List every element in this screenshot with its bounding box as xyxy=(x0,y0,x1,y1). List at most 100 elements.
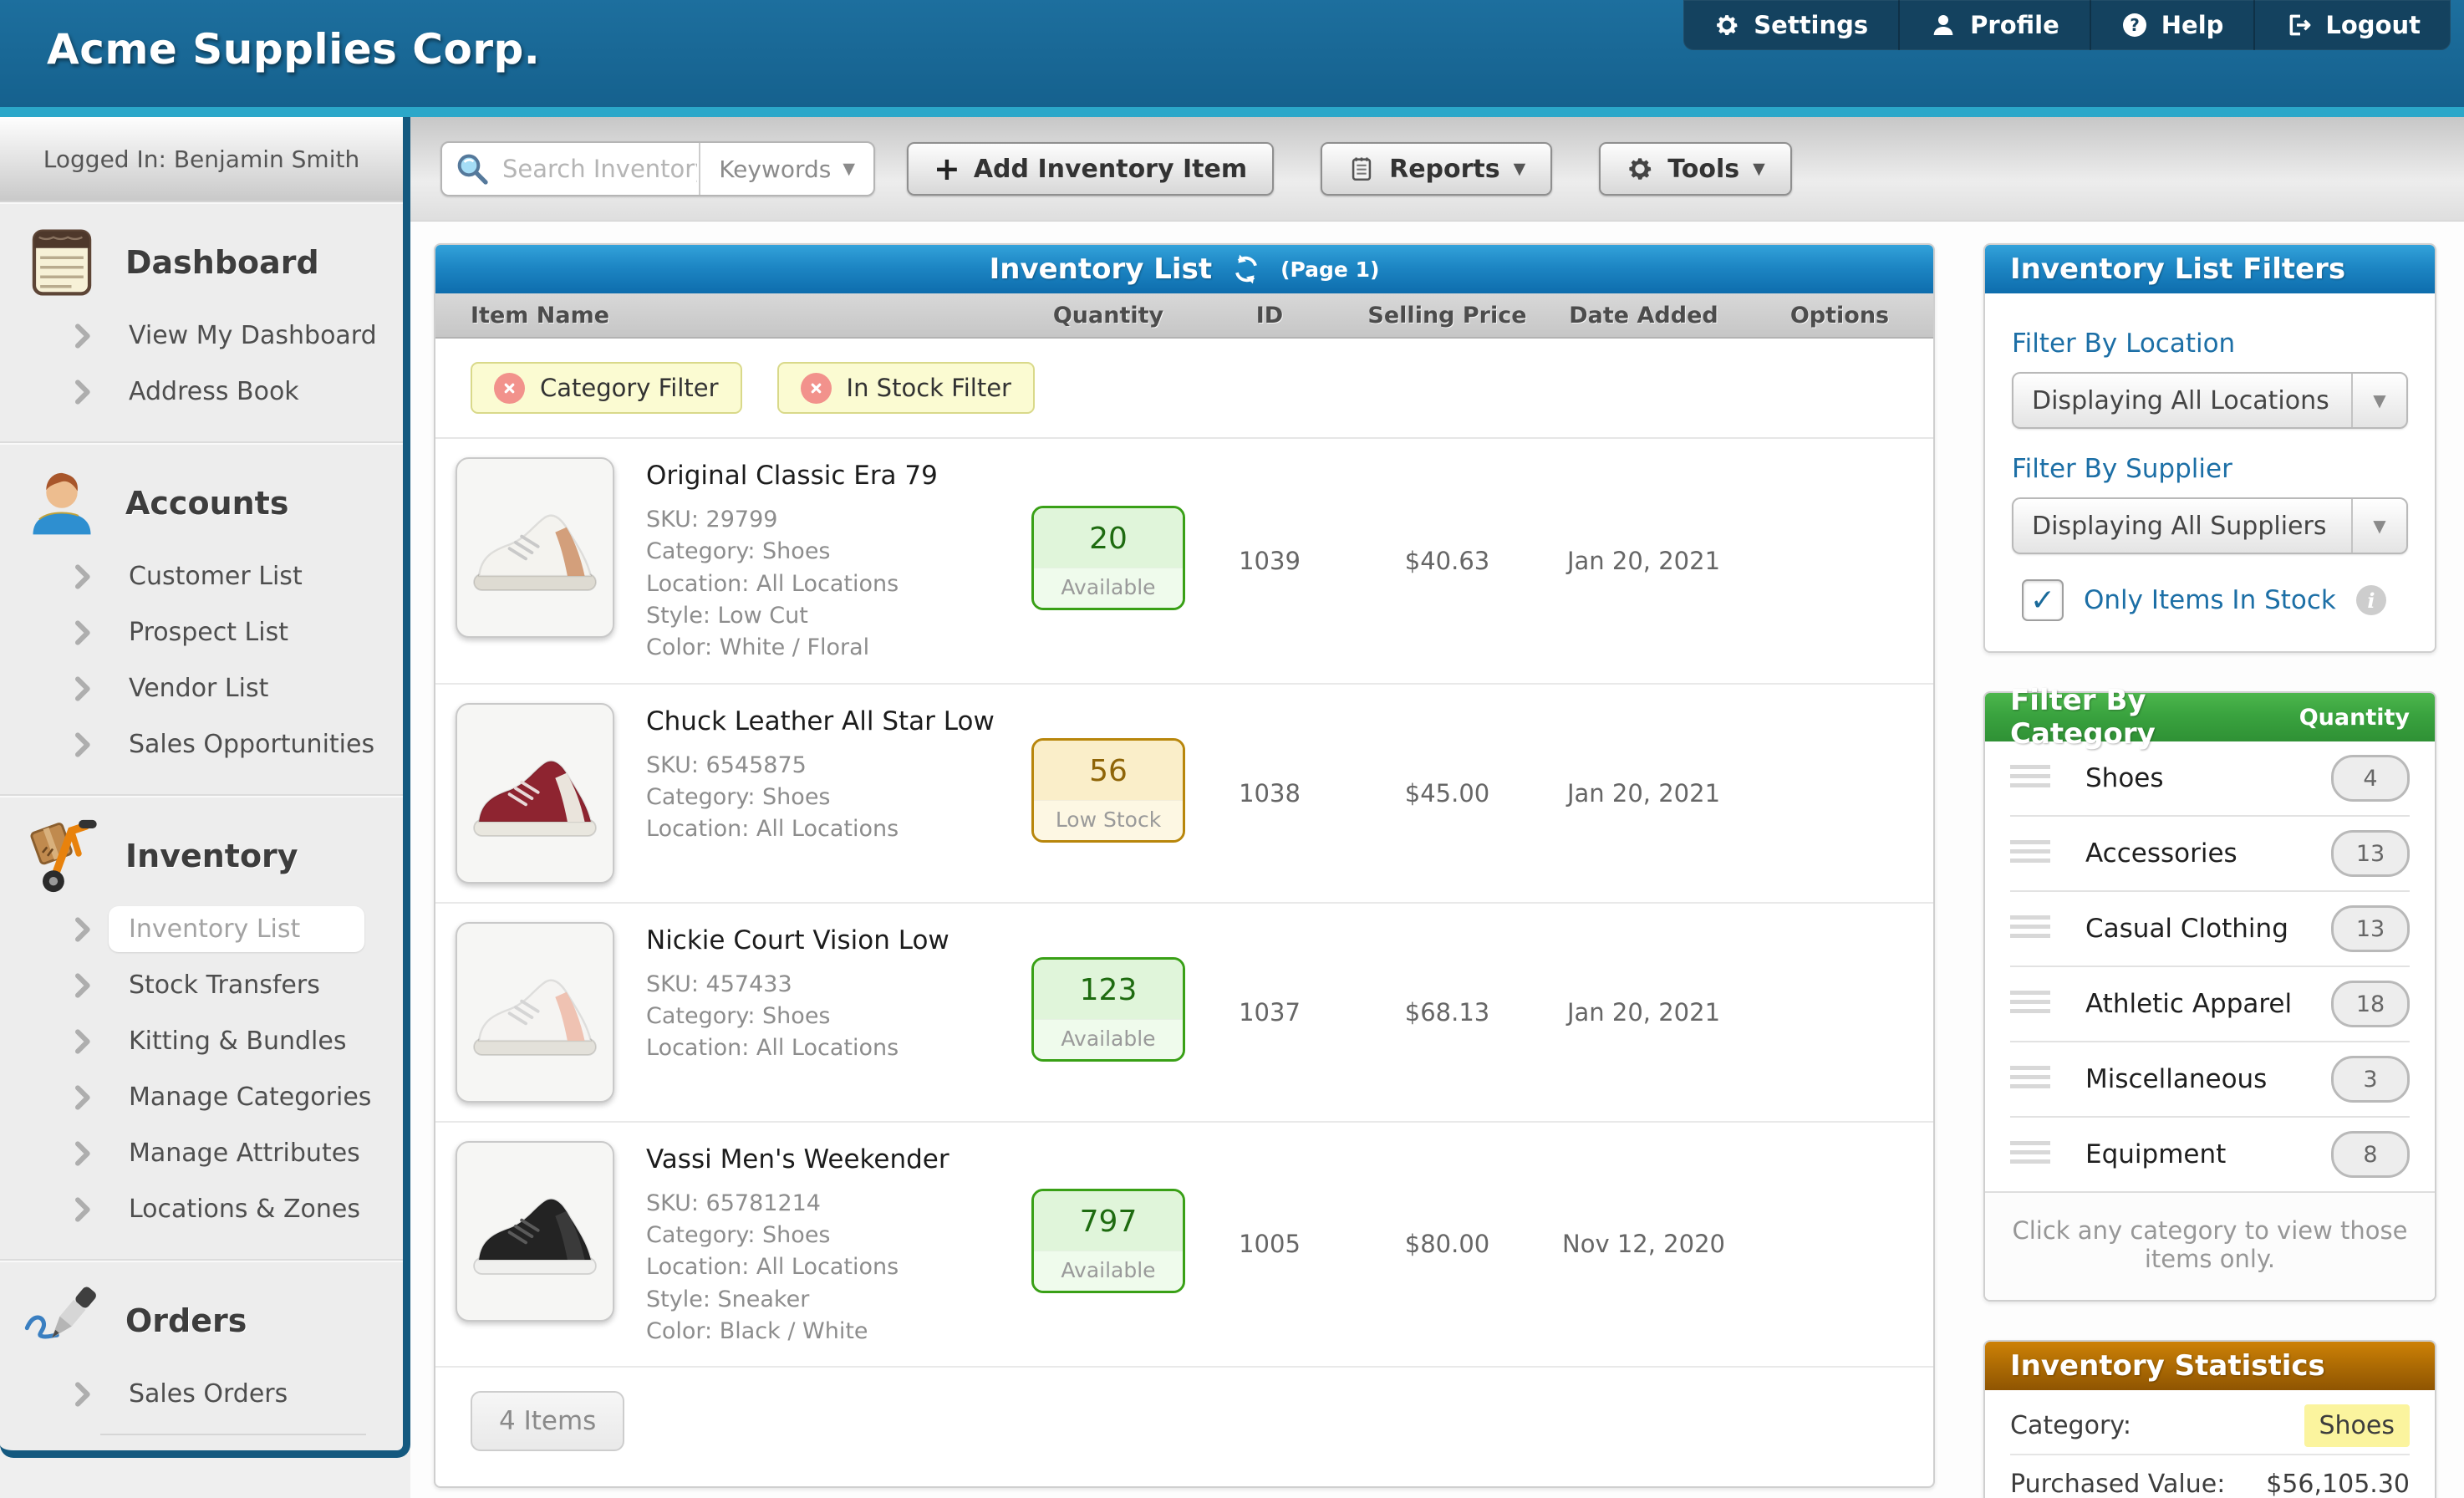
inventory-row-original-classic-era-79[interactable]: Original Classic Era 79SKU: 29799Categor… xyxy=(435,439,1933,685)
category-row-accessories[interactable]: Accessories13 xyxy=(2010,817,2410,892)
inventory-row-nickie-court-vision-low[interactable]: Nickie Court Vision LowSKU: 457433Catego… xyxy=(435,904,1933,1123)
column-header-options: Options xyxy=(1746,303,1933,329)
quantity-status: Available xyxy=(1034,1019,1183,1059)
info-icon: i xyxy=(2356,585,2386,615)
remove-filter-icon[interactable] xyxy=(494,373,525,404)
category-count: 13 xyxy=(2331,830,2410,877)
sidebar-item-sales-opportunities[interactable]: Sales Opportunities xyxy=(0,716,403,772)
item-detail: SKU: 6545875 xyxy=(646,750,995,782)
category-count: 18 xyxy=(2331,981,2410,1027)
category-panel-header: Filter By Category Quantity xyxy=(1985,693,2435,741)
item-detail: Location: All Locations xyxy=(646,1251,949,1283)
inventory-filters-panel: Inventory List Filters Filter By Locatio… xyxy=(1983,243,2436,653)
category-row-shoes[interactable]: Shoes4 xyxy=(2010,741,2410,817)
in-stock-filter-row: ✓ Only Items In Stock i xyxy=(2022,579,2408,621)
sidebar-item-sales-orders[interactable]: Sales Orders xyxy=(0,1366,403,1422)
item-price: $68.13 xyxy=(1353,998,1541,1027)
table-header: Item NameQuantityIDSelling PriceDate Add… xyxy=(435,293,1933,339)
notebook-icon xyxy=(1347,155,1376,183)
chevron-right-icon xyxy=(74,1197,90,1222)
gear-icon xyxy=(1626,155,1654,183)
chevron-right-icon xyxy=(74,620,90,645)
filter-chip-category-filter[interactable]: Category Filter xyxy=(471,362,742,414)
quantity-value: 56 xyxy=(1034,741,1183,800)
sidebar-item-stock-transfers[interactable]: Stock Transfers xyxy=(0,957,403,1013)
menu-item-profile[interactable]: Profile xyxy=(1898,0,2090,50)
menu-item-settings[interactable]: Settings xyxy=(1683,0,1898,50)
drag-handle-icon[interactable] xyxy=(2010,765,2050,792)
sidebar-section-inventory: InventoryInventory ListStock TransfersKi… xyxy=(0,796,403,1261)
category-row-casual-clothing[interactable]: Casual Clothing13 xyxy=(2010,892,2410,967)
menu-item-help[interactable]: ?Help xyxy=(2090,0,2254,50)
category-row-miscellaneous[interactable]: Miscellaneous3 xyxy=(2010,1042,2410,1118)
item-detail: Color: Black / White xyxy=(646,1316,949,1348)
sidebar-item-customer-list[interactable]: Customer List xyxy=(0,548,403,604)
remove-filter-icon[interactable] xyxy=(801,373,832,404)
sidebar-section-accounts: Accounts Customer ListProspect ListVendor… xyxy=(0,443,403,796)
search-input[interactable] xyxy=(501,154,699,184)
sidebar-item-inventory-list[interactable]: Inventory List xyxy=(0,901,403,957)
quantity-column-label: Quantity xyxy=(2299,705,2410,731)
sidebar-item-view-my-dashboard[interactable]: View My Dashboard xyxy=(0,308,403,364)
item-price: $80.00 xyxy=(1353,1230,1541,1258)
item-date: Jan 20, 2021 xyxy=(1541,547,1746,575)
category-row-equipment[interactable]: Equipment8 xyxy=(2010,1118,2410,1191)
sidebar-item-locations-zones[interactable]: Locations & Zones xyxy=(0,1181,403,1237)
inventory-row-vassi-men-s-weekender[interactable]: Vassi Men's WeekenderSKU: 65781214Catego… xyxy=(435,1123,1933,1368)
tools-label: Tools xyxy=(1667,155,1739,184)
chevron-down-icon: ▼ xyxy=(2351,499,2406,553)
item-detail: Category: Shoes xyxy=(646,1220,949,1251)
tools-button[interactable]: Tools ▼ xyxy=(1599,142,1791,196)
chevron-down-icon: ▼ xyxy=(2351,374,2406,427)
chevron-right-icon xyxy=(74,1085,90,1110)
menu-item-logout[interactable]: Logout xyxy=(2253,0,2451,50)
location-select[interactable]: Displaying All Locations ▼ xyxy=(2012,372,2408,429)
category-count: 4 xyxy=(2331,755,2410,802)
sidebar-item-address-book[interactable]: Address Book xyxy=(0,364,403,420)
category-note: Click any category to view those items o… xyxy=(1985,1191,2435,1300)
category-count: 3 xyxy=(2331,1056,2410,1103)
stat-value: $56,105.30 xyxy=(2266,1470,2410,1498)
top-menu: SettingsProfile?HelpLogout xyxy=(1683,0,2451,50)
reports-button[interactable]: Reports ▼ xyxy=(1321,142,1552,196)
refresh-icon[interactable] xyxy=(1230,253,1262,285)
inventory-list-header: Inventory List (Page 1) xyxy=(435,245,1933,293)
sidebar-section-header-dashboard: Dashboard xyxy=(0,224,403,301)
sidebar-item-prospect-list[interactable]: Prospect List xyxy=(0,604,403,660)
drag-handle-icon[interactable] xyxy=(2010,991,2050,1018)
plus-icon: + xyxy=(934,153,960,185)
sidebar-item-purchase-orders[interactable]: Purchase Orders xyxy=(0,1447,403,1458)
category-row-athletic-apparel[interactable]: Athletic Apparel18 xyxy=(2010,967,2410,1042)
sidebar-section-header-accounts: Accounts xyxy=(0,465,403,542)
sidebar-item-manage-attributes[interactable]: Manage Attributes xyxy=(0,1125,403,1181)
add-inventory-item-button[interactable]: + Add Inventory Item xyxy=(907,142,1274,196)
only-in-stock-checkbox[interactable]: ✓ xyxy=(2022,579,2064,621)
page-indicator: (Page 1) xyxy=(1280,257,1379,282)
item-id: 1037 xyxy=(1186,998,1353,1027)
item-detail: SKU: 29799 xyxy=(646,504,938,536)
item-detail: SKU: 65781214 xyxy=(646,1188,949,1220)
sidebar-item-manage-categories[interactable]: Manage Categories xyxy=(0,1069,403,1125)
chevron-right-icon xyxy=(74,380,90,405)
supplier-select[interactable]: Displaying All Suppliers ▼ xyxy=(2012,497,2408,554)
item-id: 1038 xyxy=(1186,779,1353,808)
drag-handle-icon[interactable] xyxy=(2010,1141,2050,1169)
stat-row-category: Category:Shoes xyxy=(2010,1397,2410,1455)
chevron-down-icon: ▼ xyxy=(843,160,855,178)
toolbar: Keywords ▼ + Add Inventory Item Reports … xyxy=(410,117,2464,222)
divider xyxy=(100,1434,366,1435)
column-header-date-added: Date Added xyxy=(1541,303,1746,329)
table-footer: 4 Items xyxy=(435,1368,1933,1486)
filter-chip-in-stock-filter[interactable]: In Stock Filter xyxy=(777,362,1035,414)
keywords-dropdown[interactable]: Keywords ▼ xyxy=(699,143,873,195)
sidebar-item-vendor-list[interactable]: Vendor List xyxy=(0,660,403,716)
drag-handle-icon[interactable] xyxy=(2010,915,2050,943)
drag-handle-icon[interactable] xyxy=(2010,1066,2050,1093)
handtruck-icon xyxy=(23,818,100,894)
inventory-row-chuck-leather-all-star-low[interactable]: Chuck Leather All Star LowSKU: 6545875Ca… xyxy=(435,685,1933,904)
accent-strip xyxy=(0,107,2464,117)
sidebar-section-dashboard: Dashboard View My DashboardAddress Book xyxy=(0,202,403,443)
drag-handle-icon[interactable] xyxy=(2010,840,2050,868)
stats-panel-header: Inventory Statistics xyxy=(1985,1342,2435,1390)
sidebar-item-kitting-bundles[interactable]: Kitting & Bundles xyxy=(0,1013,403,1069)
